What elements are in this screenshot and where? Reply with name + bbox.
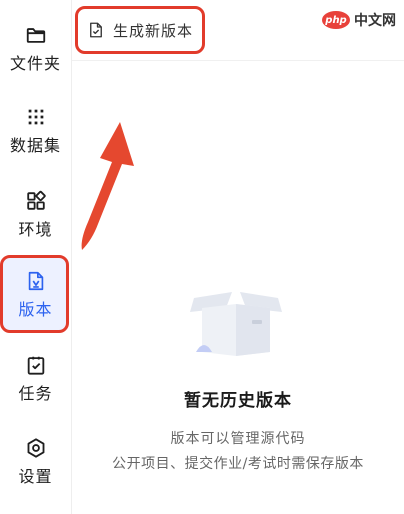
empty-state-description-line1: 版本可以管理源代码 bbox=[170, 431, 306, 447]
settings-gear-icon bbox=[27, 438, 44, 458]
sidebar-item-label: 设置 bbox=[18, 467, 53, 486]
sidebar-item-folder[interactable]: 文件夹 bbox=[0, 24, 71, 74]
version-document-icon bbox=[28, 271, 43, 291]
header-divider bbox=[72, 60, 404, 61]
app-root: 文件夹 数据集 环境 版本 任务 设置 生成新版本 php 中文网 暂无历史版本… bbox=[0, 0, 404, 514]
annotation-arrow bbox=[81, 122, 134, 250]
watermark: php 中文网 bbox=[322, 10, 396, 30]
generate-version-label: 生成新版本 bbox=[113, 21, 194, 40]
empty-state-title: 暂无历史版本 bbox=[184, 391, 292, 411]
sidebar-item-version[interactable]: 版本 bbox=[0, 270, 71, 320]
dataset-dots-icon bbox=[28, 109, 43, 125]
watermark-logo: php bbox=[322, 11, 350, 29]
sidebar-item-task[interactable]: 任务 bbox=[0, 354, 71, 404]
sidebar-item-label: 任务 bbox=[18, 384, 53, 403]
sidebar-item-label: 版本 bbox=[18, 300, 53, 319]
environment-grid-icon bbox=[26, 190, 46, 210]
empty-state-description-line2: 公开项目、提交作业/考试时需保存版本 bbox=[112, 456, 364, 472]
sidebar-item-settings[interactable]: 设置 bbox=[0, 437, 71, 487]
watermark-text: 中文网 bbox=[354, 13, 396, 29]
sidebar-item-label: 文件夹 bbox=[9, 54, 61, 73]
generate-version-icon bbox=[90, 22, 102, 38]
empty-box-illustration bbox=[190, 292, 282, 356]
folder-icon bbox=[26, 28, 45, 43]
generate-version-button[interactable]: 生成新版本 bbox=[75, 6, 205, 54]
task-clipboard-icon bbox=[27, 356, 44, 375]
